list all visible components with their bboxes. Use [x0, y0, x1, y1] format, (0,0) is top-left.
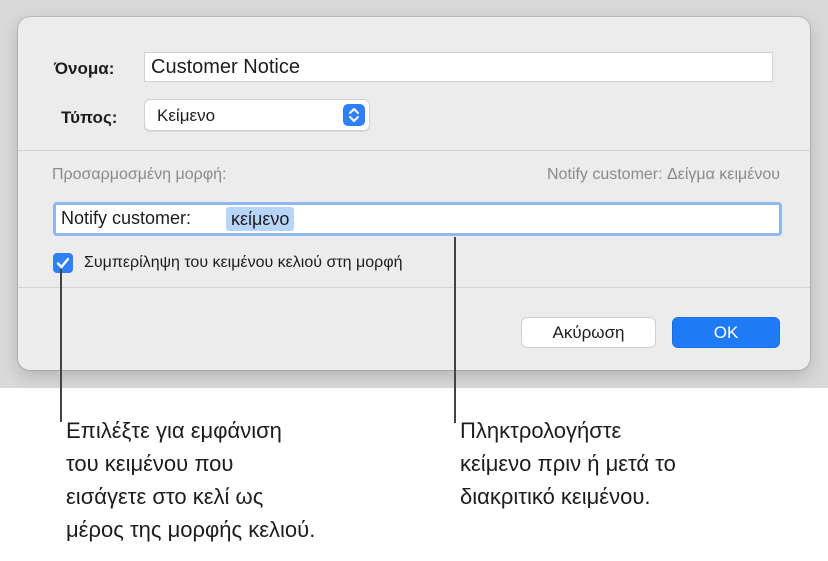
type-popup-value: Κείμενο [157, 106, 216, 125]
text-token[interactable]: κείμενο [226, 207, 295, 231]
right-callout-text: Πληκτρολογήστε κείμενο πριν ή μετά το δι… [460, 414, 676, 513]
left-callout-line [60, 269, 62, 422]
name-input[interactable]: Customer Notice [144, 52, 773, 82]
type-label: Τύπος: [61, 108, 118, 127]
chevron-up-down-icon [343, 104, 365, 126]
name-label: Όνομα: [54, 59, 115, 78]
right-callout-line-3: διακριτικό κειμένου. [460, 484, 651, 509]
right-callout-line-2: κείμενο πριν ή μετά το [460, 451, 676, 476]
left-callout-line-3: εισάγετε στο κελί ως [66, 484, 264, 509]
custom-format-dialog: Όνομα: Customer Notice Τύπος: Κείμενο Πρ… [18, 17, 810, 370]
left-callout-line-2: του κειμένου που [66, 451, 234, 476]
separator-bottom [18, 287, 810, 288]
ok-button[interactable]: OK [672, 317, 780, 348]
format-prefix-text: Notify customer: [61, 208, 192, 228]
custom-format-field[interactable]: Notify customer: κείμενο [53, 202, 782, 236]
checkmark-icon [56, 257, 70, 269]
left-callout-text: Επιλέξτε για εμφάνιση του κειμένου που ε… [66, 414, 315, 546]
right-callout-line [454, 237, 456, 423]
type-popup[interactable]: Κείμενο [144, 99, 370, 131]
separator-top [18, 150, 810, 151]
right-callout-line-1: Πληκτρολογήστε [460, 418, 622, 443]
custom-format-label: Προσαρμοσμένη μορφή: [52, 166, 227, 183]
cancel-button[interactable]: Ακύρωση [521, 317, 656, 348]
format-sample: Notify customer: Δείγμα κειμένου [546, 166, 780, 183]
left-callout-line-4: μέρος της μορφής κελιού. [66, 517, 316, 542]
left-callout-line-1: Επιλέξτε για εμφάνιση [66, 418, 282, 443]
include-cell-text-checkbox[interactable] [53, 253, 73, 273]
include-cell-text-label[interactable]: Συμπερίληψη του κειμένου κελιού στη μορφ… [84, 254, 402, 272]
